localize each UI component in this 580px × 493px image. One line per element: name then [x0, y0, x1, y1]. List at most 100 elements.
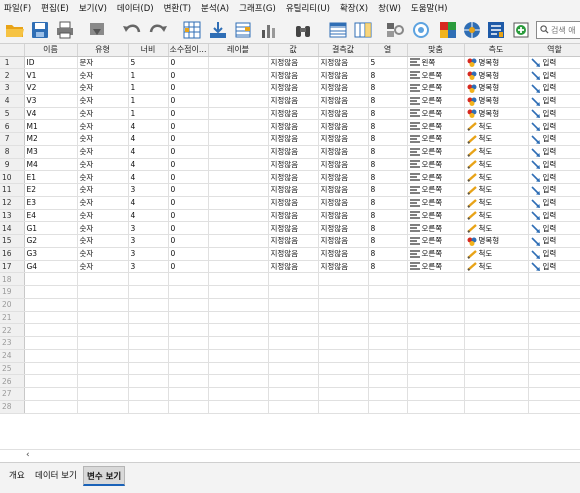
row-number[interactable]: 12 — [0, 196, 25, 210]
empty-cell[interactable] — [318, 336, 369, 350]
open-folder-icon[interactable] — [4, 19, 26, 41]
cell-measure[interactable]: 척도 — [464, 221, 529, 235]
cell-type[interactable]: 숫자 — [77, 107, 129, 121]
row-number[interactable]: 25 — [0, 362, 25, 376]
cell-label[interactable] — [208, 234, 269, 248]
cell-role[interactable]: 입력 — [528, 119, 580, 133]
cell-columns[interactable]: 8 — [368, 119, 408, 133]
corner-cell[interactable] — [0, 44, 25, 57]
empty-cell[interactable] — [268, 272, 319, 286]
cell-role[interactable]: 입력 — [528, 221, 580, 235]
empty-cell[interactable] — [464, 298, 529, 312]
variables-icon[interactable] — [232, 19, 254, 41]
empty-cell[interactable] — [464, 349, 529, 363]
empty-cell[interactable] — [268, 298, 319, 312]
cell-missing[interactable]: 지정않음 — [318, 234, 369, 248]
cell-role[interactable]: 입력 — [528, 183, 580, 197]
cell-decimals[interactable]: 0 — [168, 196, 209, 210]
empty-cell[interactable] — [168, 387, 209, 401]
cell-decimals[interactable]: 0 — [168, 145, 209, 159]
cell-type[interactable]: 숫자 — [77, 81, 129, 95]
cell-type[interactable]: 숫자 — [77, 183, 129, 197]
cell-measure[interactable]: 명목형 — [464, 56, 529, 70]
empty-cell[interactable] — [407, 349, 465, 363]
row-number[interactable]: 8 — [0, 145, 25, 159]
cell-decimals[interactable]: 0 — [168, 56, 209, 70]
cell-decimals[interactable]: 0 — [168, 119, 209, 133]
cell-values[interactable]: 지정않음 — [268, 183, 319, 197]
cell-name[interactable]: E3 — [24, 196, 78, 210]
empty-cell[interactable] — [268, 400, 319, 414]
empty-cell[interactable] — [128, 400, 169, 414]
cell-width[interactable]: 3 — [128, 221, 169, 235]
cell-decimals[interactable]: 0 — [168, 81, 209, 95]
cell-name[interactable]: V4 — [24, 107, 78, 121]
cell-values[interactable]: 지정않음 — [268, 247, 319, 261]
empty-cell[interactable] — [368, 323, 408, 337]
cell-name[interactable]: G4 — [24, 260, 78, 274]
cell-role[interactable]: 입력 — [528, 145, 580, 159]
empty-cell[interactable] — [77, 285, 129, 299]
cell-label[interactable] — [208, 132, 269, 146]
cell-decimals[interactable]: 0 — [168, 234, 209, 248]
horizontal-scrollbar[interactable]: ‹ — [0, 449, 580, 462]
cell-label[interactable] — [208, 119, 269, 133]
empty-cell[interactable] — [128, 387, 169, 401]
menu-file[interactable]: 파일(F) — [0, 2, 36, 14]
cell-align[interactable]: 오른쪽 — [407, 234, 465, 248]
cell-type[interactable]: 숫자 — [77, 94, 129, 108]
empty-cell[interactable] — [407, 272, 465, 286]
cell-decimals[interactable]: 0 — [168, 209, 209, 223]
tab-overview[interactable]: 개요 — [6, 466, 28, 486]
cell-align[interactable]: 오른쪽 — [407, 209, 465, 223]
split-file-icon[interactable] — [384, 19, 406, 41]
menu-graphs[interactable]: 그래프(G) — [234, 2, 281, 14]
cell-measure[interactable]: 명목형 — [464, 81, 529, 95]
cell-type[interactable]: 숫자 — [77, 68, 129, 82]
cell-name[interactable]: V2 — [24, 81, 78, 95]
empty-cell[interactable] — [128, 336, 169, 350]
print-icon[interactable] — [54, 19, 76, 41]
cell-align[interactable]: 왼쪽 — [407, 56, 465, 70]
cell-name[interactable]: V1 — [24, 68, 78, 82]
cell-width[interactable]: 4 — [128, 132, 169, 146]
empty-cell[interactable] — [268, 285, 319, 299]
row-number[interactable]: 28 — [0, 400, 25, 414]
empty-cell[interactable] — [77, 323, 129, 337]
empty-cell[interactable] — [128, 311, 169, 325]
cell-columns[interactable]: 8 — [368, 68, 408, 82]
empty-cell[interactable] — [24, 323, 78, 337]
cell-values[interactable]: 지정않음 — [268, 209, 319, 223]
row-number[interactable]: 19 — [0, 285, 25, 299]
row-number[interactable]: 22 — [0, 323, 25, 337]
empty-cell[interactable] — [368, 387, 408, 401]
empty-cell[interactable] — [208, 349, 269, 363]
empty-cell[interactable] — [268, 349, 319, 363]
cell-measure[interactable]: 척도 — [464, 158, 529, 172]
cell-values[interactable]: 지정않음 — [268, 145, 319, 159]
cell-values[interactable]: 지정않음 — [268, 81, 319, 95]
value-labels-icon[interactable] — [461, 19, 483, 41]
cell-align[interactable]: 오른쪽 — [407, 145, 465, 159]
header-decimals[interactable]: 소수점이... — [168, 44, 209, 57]
cell-type[interactable]: 숫자 — [77, 132, 129, 146]
cell-columns[interactable]: 8 — [368, 221, 408, 235]
menu-help[interactable]: 도움말(H) — [406, 2, 452, 14]
cell-values[interactable]: 지정않음 — [268, 56, 319, 70]
cell-columns[interactable]: 5 — [368, 56, 408, 70]
cell-type[interactable]: 문자 — [77, 56, 129, 70]
cell-columns[interactable]: 8 — [368, 234, 408, 248]
cell-measure[interactable]: 척도 — [464, 170, 529, 184]
cell-columns[interactable]: 8 — [368, 94, 408, 108]
empty-cell[interactable] — [318, 362, 369, 376]
cell-label[interactable] — [208, 209, 269, 223]
cell-missing[interactable]: 지정않음 — [318, 196, 369, 210]
empty-cell[interactable] — [318, 400, 369, 414]
undo-icon[interactable] — [121, 19, 143, 41]
go-to-variable-icon[interactable] — [207, 19, 229, 41]
empty-cell[interactable] — [208, 298, 269, 312]
row-number[interactable]: 15 — [0, 234, 25, 248]
cell-columns[interactable]: 8 — [368, 145, 408, 159]
cell-align[interactable]: 오른쪽 — [407, 196, 465, 210]
cell-name[interactable]: M2 — [24, 132, 78, 146]
